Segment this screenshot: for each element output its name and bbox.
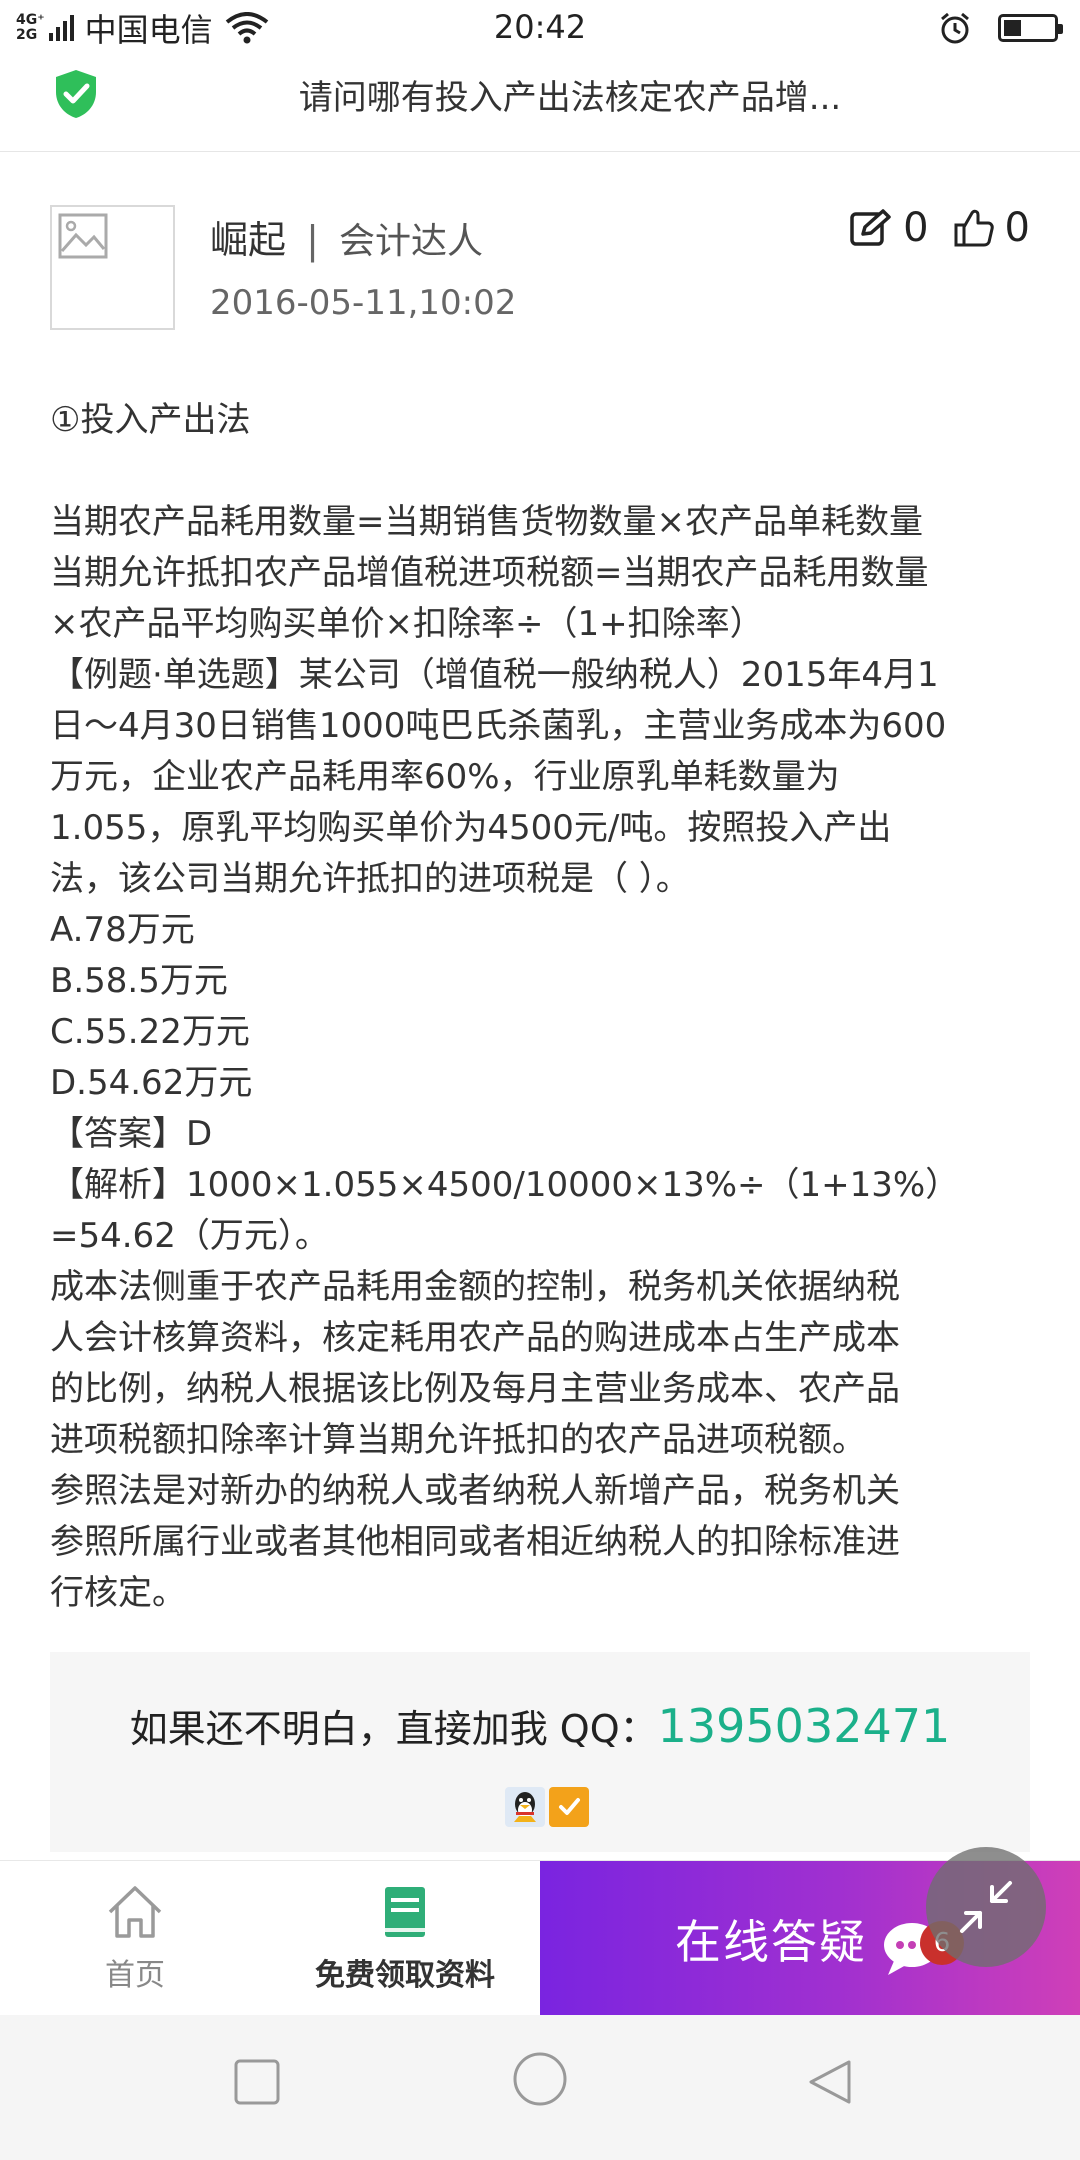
article-line: 参照所属行业或者其他相同或者相近纳税人的扣除标准进: [50, 1522, 900, 1562]
article-line: 成本法侧重于农产品耗用金额的控制，税务机关依据纳税: [50, 1267, 900, 1307]
home-icon: [108, 1885, 162, 1938]
tab-home-label: 首页: [105, 1957, 165, 1993]
back-nav-icon[interactable]: [805, 2057, 855, 2107]
post-header: 崛起 | 会计达人 2016-05-11,10:02 0 0: [50, 205, 1030, 330]
tab-home[interactable]: 首页: [50, 1861, 220, 2016]
status-bar: 4G⁺ 2G 中国电信 20:42: [0, 0, 1080, 56]
status-right: [938, 10, 1063, 46]
security-shield-icon: [56, 70, 96, 118]
book-icon: [385, 1886, 425, 1937]
collapse-float-button[interactable]: [926, 1847, 1046, 1967]
author-line: 崛起 | 会计达人: [210, 209, 483, 264]
article-line: 行核定。: [50, 1573, 186, 1613]
option-c: C.55.22万元: [50, 1012, 250, 1052]
answer-line: 【答案】D: [50, 1114, 213, 1154]
title-bar: 请问哪有投入产出法核定农产品增...: [0, 56, 1080, 152]
post-date: 2016-05-11,10:02: [210, 283, 517, 323]
option-b: B.58.5万元: [50, 961, 228, 1001]
like-count: 0: [1004, 205, 1030, 251]
collapse-arrows-icon: [960, 1881, 1012, 1933]
analysis-line: 【解析】1000×1.055×4500/10000×13%÷（1+13%）: [50, 1165, 960, 1205]
comment-count: 0: [903, 205, 929, 251]
option-d: D.54.62万元: [50, 1063, 253, 1103]
image-placeholder-icon: [58, 213, 108, 259]
recent-apps-icon[interactable]: [232, 2057, 282, 2107]
analysis-line: =54.62（万元）。: [50, 1216, 329, 1256]
qq-prompt: 如果还不明白，直接加我 QQ：: [129, 1707, 658, 1751]
article-line: ×农产品平均购买单价×扣除率÷（1+扣除率）: [50, 604, 764, 644]
qq-contact-box: 如果还不明白，直接加我 QQ：1395032471: [50, 1652, 1030, 1852]
verified-check-icon: [549, 1787, 589, 1827]
bottom-tab-bar: 首页 免费领取资料 在线答疑 6: [0, 1860, 1080, 2016]
qq-penguin-icon[interactable]: [505, 1787, 545, 1827]
qq-icons: [505, 1787, 593, 1827]
article-line: 当期允许抵扣农产品增值税进项税额=当期农产品耗用数量: [50, 553, 929, 593]
article-line: 日～4月30日销售1000吨巴氏杀菌乳，主营业务成本为600: [50, 706, 947, 746]
article-line: 人会计核算资料，核定耗用农产品的购进成本占生产成本: [50, 1318, 900, 1358]
tab-free-material-label: 免费领取资料: [315, 1957, 495, 1993]
comment-button[interactable]: 0: [849, 205, 929, 251]
article-line: 的比例，纳税人根据该比例及每月主营业务成本、农产品: [50, 1369, 900, 1409]
alarm-clock-icon: [941, 12, 969, 44]
status-time: 20:42: [493, 8, 587, 46]
qq-contact-line: 如果还不明白，直接加我 QQ：1395032471: [50, 1698, 1030, 1753]
battery-level: [1004, 20, 1021, 36]
article-body: ①投入产出法 当期农产品耗用数量=当期销售货物数量×农产品单耗数量 当期允许抵扣…: [50, 395, 1040, 1619]
qq-number[interactable]: 1395032471: [658, 1699, 951, 1753]
article-line: 参照法是对新办的纳税人或者纳税人新增产品，税务机关: [50, 1471, 900, 1511]
like-button[interactable]: 0: [953, 205, 1030, 251]
avatar[interactable]: [50, 205, 175, 330]
online-qa-label: 在线答疑: [675, 1914, 867, 1969]
edit-comment-icon: [850, 209, 891, 246]
battery-icon: [998, 14, 1063, 42]
article-line: 【例题·单选题】某公司（增值税一般纳税人）2015年4月1: [50, 655, 939, 695]
thumbs-up-icon: [954, 209, 994, 247]
article-line: 法，该公司当期允许抵扣的进项税是（ ）。: [50, 859, 690, 899]
page-title: 请问哪有投入产出法核定农产品增...: [298, 78, 842, 118]
article-line: 当期农产品耗用数量=当期销售货物数量×农产品单耗数量: [50, 502, 923, 542]
navigation-bar: [0, 2015, 1080, 2160]
author-separator: |: [306, 218, 319, 262]
article-heading: ①投入产出法: [50, 400, 251, 440]
home-nav-icon[interactable]: [512, 2051, 568, 2107]
post-stats: 0 0: [825, 205, 1030, 251]
article-line: 万元，企业农产品耗用率60%，行业原乳单耗数量为: [50, 757, 840, 797]
option-a: A.78万元: [50, 910, 195, 950]
article-line: 进项税额扣除率计算当期允许抵扣的农产品进项税额。: [50, 1420, 866, 1460]
article-line: 1.055，原乳平均购买单价为4500元/吨。按照投入产出: [50, 808, 892, 848]
tab-free-material[interactable]: 免费领取资料: [300, 1861, 510, 2016]
author-name[interactable]: 崛起: [210, 218, 286, 262]
author-title: 会计达人: [339, 221, 484, 262]
